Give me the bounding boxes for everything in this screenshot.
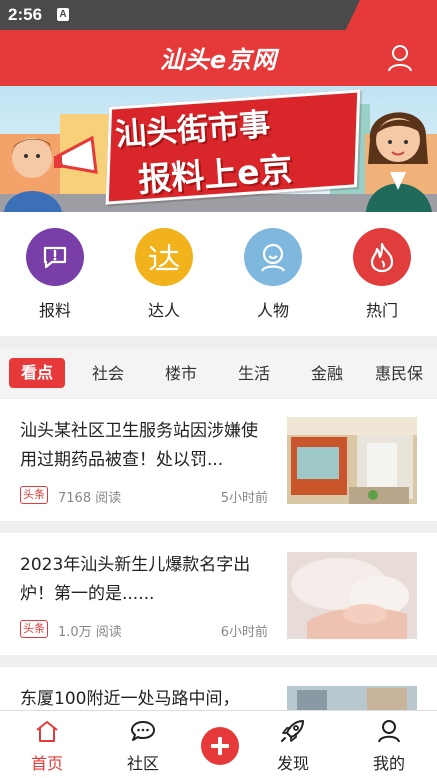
- flame-icon: [353, 228, 411, 286]
- tab-kandian[interactable]: 看点: [9, 358, 65, 388]
- tab-life[interactable]: 生活: [238, 360, 270, 384]
- publish-plus-button[interactable]: [201, 727, 239, 765]
- nav-label: 我的: [372, 754, 405, 773]
- tab-insurance[interactable]: 惠民保: [375, 360, 423, 384]
- quick-action-people[interactable]: 人物: [233, 228, 313, 321]
- news-meta: 头条 1.0万 阅读 6小时前: [20, 620, 268, 640]
- bottom-navigation: 首页 社区 发现 我的: [0, 710, 437, 778]
- user-icon: [378, 720, 400, 743]
- expert-icon: [135, 228, 193, 286]
- news-thumbnail: [287, 417, 417, 504]
- quick-action-label: 人物: [256, 301, 289, 320]
- news-thumbnail: [287, 686, 417, 710]
- news-item[interactable]: 2023年汕头新生儿爆款名字出炉！第一的是...... 头条 1.0万 阅读 6…: [0, 533, 437, 655]
- status-bar-background: [0, 0, 360, 30]
- news-thumbnail: [287, 552, 417, 639]
- quick-action-report[interactable]: 报料: [15, 228, 95, 321]
- headline-tag: 头条: [20, 486, 48, 504]
- app-screen: 2:56 A 汕头e京网 汕头街市事 报料上e京 报料 达人 人物 热门 看点 …: [0, 0, 437, 778]
- quick-action-label: 热门: [365, 301, 398, 320]
- tab-society[interactable]: 社会: [92, 360, 124, 384]
- quick-actions: 报料 达人 人物 热门: [0, 212, 437, 336]
- tab-finance[interactable]: 金融: [311, 360, 343, 384]
- rocket-icon: [281, 720, 304, 742]
- nav-community[interactable]: 社区: [113, 719, 173, 774]
- nav-label: 首页: [30, 754, 63, 773]
- status-bar: 2:56 A: [0, 0, 437, 30]
- news-item[interactable]: 汕头某社区卫生服务站因涉嫌使用过期药品被查！处以罚... 头条 7168 阅读 …: [0, 399, 437, 521]
- app-header: 汕头e京网: [0, 30, 437, 86]
- reporter-woman-illustration: [366, 112, 432, 212]
- news-title: 2023年汕头新生儿爆款名字出炉！第一的是......: [20, 555, 251, 604]
- news-meta: 头条 7168 阅读 5小时前: [20, 486, 268, 506]
- user-profile-icon[interactable]: [387, 44, 413, 72]
- category-tabs: 看点 社会 楼市 生活 金融 惠民保: [0, 348, 437, 398]
- nav-home[interactable]: 首页: [17, 719, 77, 774]
- report-icon: [26, 228, 84, 286]
- publish-time: 6小时前: [220, 625, 268, 640]
- read-count: 7168 阅读: [58, 491, 122, 506]
- headline-tag: 头条: [20, 620, 48, 638]
- app-logo: 汕头e京网: [159, 46, 278, 74]
- home-icon: [36, 721, 58, 742]
- news-title: 汕头某社区卫生服务站因涉嫌使用过期药品被查！处以罚...: [20, 421, 258, 470]
- nav-discover[interactable]: 发现: [263, 719, 323, 774]
- nav-mine[interactable]: 我的: [359, 719, 419, 774]
- person-icon: [244, 228, 302, 286]
- quick-action-hot[interactable]: 热门: [342, 228, 422, 321]
- news-item[interactable]: 东厦100附近一处马路中间，: [0, 667, 437, 710]
- nav-label: 社区: [126, 754, 159, 773]
- notification-a-icon: A: [57, 8, 69, 21]
- nav-label: 发现: [276, 754, 309, 773]
- quick-action-label: 报料: [38, 301, 71, 320]
- chat-icon: [131, 721, 155, 741]
- quick-action-expert[interactable]: 达人: [124, 228, 204, 321]
- status-time: 2:56: [8, 5, 43, 24]
- publish-time: 5小时前: [220, 491, 268, 506]
- quick-action-label: 达人: [147, 301, 180, 320]
- reporter-man-illustration: [4, 135, 98, 212]
- tab-property[interactable]: 楼市: [165, 360, 197, 384]
- read-count: 1.0万 阅读: [58, 625, 122, 640]
- promo-banner[interactable]: 汕头街市事 报料上e京: [0, 86, 437, 212]
